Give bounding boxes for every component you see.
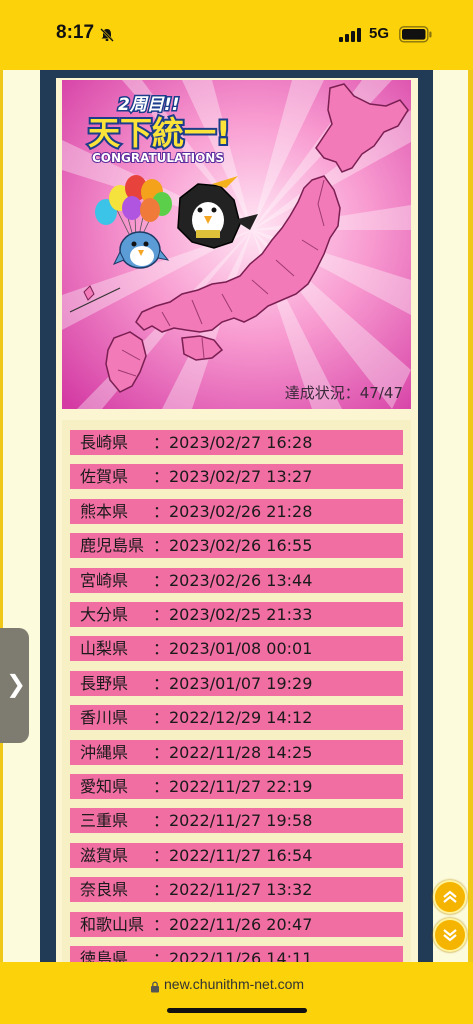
record-datetime: ：2023/02/25 21:33 bbox=[153, 605, 313, 624]
record-prefecture: 香川県 bbox=[80, 708, 129, 728]
scroll-down-button[interactable] bbox=[433, 918, 467, 952]
record-datetime: ：2022/11/27 16:54 bbox=[153, 845, 313, 865]
record-row: 宮崎県 ：2023/02/26 13:44 bbox=[70, 567, 403, 593]
record-prefecture: 大分県 bbox=[80, 605, 129, 624]
page-edge-right bbox=[468, 70, 473, 962]
scroll-down-icon bbox=[443, 929, 457, 942]
side-tab-button[interactable]: ❯ bbox=[0, 628, 29, 743]
scroll-up-button[interactable] bbox=[433, 880, 467, 914]
home-indicator bbox=[167, 1008, 307, 1013]
record-row: 和歌山県 ：2022/11/26 20:47 bbox=[70, 911, 403, 937]
record-datetime: ：2023/02/27 13:27 bbox=[153, 467, 313, 487]
record-datetime: ：2023/02/27 16:28 bbox=[153, 433, 313, 452]
record-row: 長崎県 ：2023/02/27 16:28 bbox=[70, 430, 403, 455]
record-row: 三重県 ：2022/11/27 19:58 bbox=[70, 808, 403, 834]
record-datetime: ：2022/12/29 14:12 bbox=[153, 708, 313, 728]
record-row: 熊本県 ：2023/02/26 21:28 bbox=[70, 498, 403, 524]
signal-icon bbox=[339, 27, 363, 46]
record-prefecture: 宮崎県 bbox=[80, 570, 129, 590]
record-row: 沖縄県 ：2022/11/28 14:25 bbox=[70, 739, 403, 765]
record-row: 徳島県 ：2022/11/26 14:11 bbox=[70, 946, 403, 962]
record-row: 長野県 ：2023/01/07 19:29 bbox=[70, 670, 403, 696]
banner-title-main: 天下統一! bbox=[88, 114, 231, 152]
lock-icon bbox=[150, 978, 160, 997]
record-list: 長崎県 ：2023/02/27 16:28 佐賀県 ：2023/02/27 13:27… bbox=[62, 420, 411, 962]
record-datetime: ：2023/01/07 19:29 bbox=[153, 673, 313, 693]
record-prefecture: 徳島県 bbox=[80, 949, 129, 962]
record-row: 大分県 ：2023/02/25 21:33 bbox=[70, 602, 403, 627]
record-prefecture: 山梨県 bbox=[80, 639, 129, 659]
record-row: 佐賀県 ：2023/02/27 13:27 bbox=[70, 464, 403, 490]
record-prefecture: 愛知県 bbox=[80, 777, 129, 796]
record-datetime: ：2022/11/26 20:47 bbox=[153, 914, 313, 934]
chevron-right-icon: ❯ bbox=[6, 670, 27, 698]
record-prefecture: 沖縄県 bbox=[80, 742, 129, 762]
record-row: 鹿児島県 ：2023/02/26 16:55 bbox=[70, 533, 403, 559]
record-datetime: ：2022/11/26 14:11 bbox=[153, 949, 313, 962]
url-text[interactable]: new.chunithm-net.com bbox=[164, 976, 304, 992]
record-prefecture: 佐賀県 bbox=[80, 467, 129, 487]
record-prefecture: 三重県 bbox=[80, 811, 129, 831]
completion-status: 達成状況：47/47 bbox=[284, 384, 403, 402]
scroll-up-icon bbox=[443, 890, 457, 903]
record-datetime: ：2022/11/28 14:25 bbox=[153, 742, 313, 762]
bell-slash-icon bbox=[100, 27, 114, 46]
record-datetime: ：2023/02/26 16:55 bbox=[153, 536, 313, 556]
record-prefecture: 鹿児島県 bbox=[80, 536, 145, 556]
record-row: 山梨県 ：2023/01/08 00:01 bbox=[70, 636, 403, 662]
page-edge-left bbox=[0, 70, 3, 962]
congratulations-banner: 2周目!! 天下統一! CONGRATULATIONS 達成状況：47/47 bbox=[62, 80, 411, 409]
record-prefecture: 熊本県 bbox=[80, 501, 129, 521]
banner-artwork: 2周目!! 天下統一! CONGRATULATIONS bbox=[62, 80, 411, 409]
status-bar: 8:17 5G bbox=[0, 0, 473, 70]
record-row: 香川県 ：2022/12/29 14:12 bbox=[70, 705, 403, 731]
record-row: 愛知県 ：2022/11/27 22:19 bbox=[70, 774, 403, 799]
network-type: 5G bbox=[369, 25, 390, 42]
record-prefecture: 長崎県 bbox=[80, 433, 129, 452]
banner-title-small: 2周目!! bbox=[118, 95, 179, 115]
browser-url-bar[interactable] bbox=[0, 962, 473, 1024]
record-datetime: ：2023/01/08 00:01 bbox=[153, 639, 313, 659]
record-prefecture: 長野県 bbox=[80, 673, 129, 693]
record-datetime: ：2022/11/27 19:58 bbox=[153, 811, 313, 831]
record-prefecture: 和歌山県 bbox=[80, 914, 145, 934]
record-row: 滋賀県 ：2022/11/27 16:54 bbox=[70, 842, 403, 868]
record-datetime: ：2022/11/27 13:32 bbox=[153, 880, 313, 900]
status-time: 8:17 bbox=[56, 22, 95, 43]
record-datetime: ：2023/02/26 21:28 bbox=[153, 501, 313, 521]
record-datetime: ：2023/02/26 13:44 bbox=[153, 570, 313, 590]
record-prefecture: 奈良県 bbox=[80, 880, 129, 900]
battery-icon bbox=[399, 26, 433, 47]
banner-subtitle: CONGRATULATIONS bbox=[92, 151, 224, 165]
record-datetime: ：2022/11/27 22:19 bbox=[153, 777, 313, 796]
record-prefecture: 滋賀県 bbox=[80, 845, 129, 865]
record-row: 奈良県 ：2022/11/27 13:32 bbox=[70, 877, 403, 903]
